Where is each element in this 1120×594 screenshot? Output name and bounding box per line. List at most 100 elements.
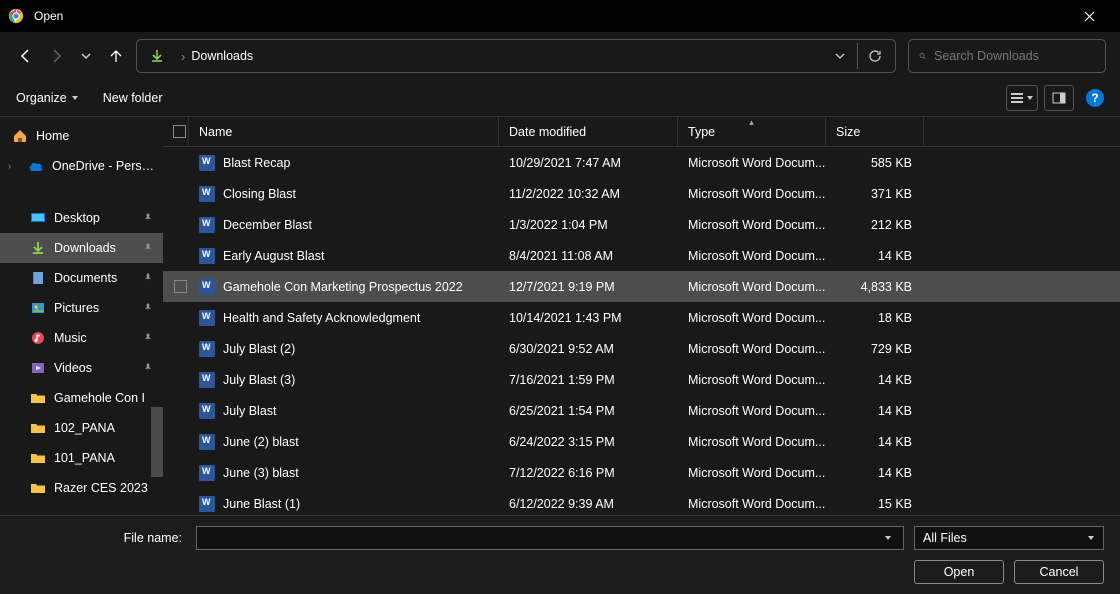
column-name[interactable]: Name xyxy=(189,117,499,146)
sidebar-folder[interactable]: 102_PANA xyxy=(0,413,163,443)
organize-menu[interactable]: Organize xyxy=(16,91,79,105)
column-type[interactable]: ▴Type xyxy=(678,117,826,146)
pin-icon xyxy=(143,332,153,345)
sidebar-item-music[interactable]: Music xyxy=(0,323,163,353)
filename-dropdown[interactable] xyxy=(879,534,897,542)
file-name: December Blast xyxy=(223,218,312,232)
word-doc-icon xyxy=(199,310,215,326)
column-size[interactable]: Size xyxy=(826,117,924,146)
table-row[interactable]: Health and Safety Acknowledgment 10/14/20… xyxy=(163,302,1120,333)
file-name: Gamehole Con Marketing Prospectus 2022 xyxy=(223,280,463,294)
help-button[interactable]: ? xyxy=(1086,89,1104,107)
column-checkbox[interactable] xyxy=(163,117,189,146)
file-size: 729 KB xyxy=(826,342,924,356)
file-type: Microsoft Word Docum... xyxy=(678,249,826,263)
chevron-down-icon xyxy=(1087,534,1095,542)
back-button[interactable] xyxy=(14,44,38,68)
file-name: Health and Safety Acknowledgment xyxy=(223,311,420,325)
table-row[interactable]: July Blast (3)7/16/2021 1:59 PMMicrosoft… xyxy=(163,364,1120,395)
folder-icon xyxy=(30,450,46,466)
recent-dropdown[interactable] xyxy=(74,44,98,68)
navbar: › Downloads xyxy=(0,32,1120,80)
sidebar-folder[interactable]: 101_PANA xyxy=(0,443,163,473)
row-checkbox[interactable] xyxy=(163,280,189,293)
file-type: Microsoft Word Docum... xyxy=(678,466,826,480)
file-date: 10/14/2021 1:43 PM xyxy=(499,311,678,325)
address-dropdown[interactable] xyxy=(827,43,853,69)
pin-icon xyxy=(143,212,153,225)
file-date: 10/29/2021 7:47 AM xyxy=(499,156,678,170)
word-doc-icon xyxy=(199,341,215,357)
table-row[interactable]: Closing Blast11/2/2022 10:32 AMMicrosoft… xyxy=(163,178,1120,209)
file-size: 14 KB xyxy=(826,249,924,263)
cancel-button[interactable]: Cancel xyxy=(1014,560,1104,584)
file-date: 6/25/2021 1:54 PM xyxy=(499,404,678,418)
search-box[interactable] xyxy=(908,39,1106,73)
sidebar-item-label: Music xyxy=(54,331,87,345)
file-date: 6/12/2022 9:39 AM xyxy=(499,497,678,511)
view-mode-button[interactable] xyxy=(1006,85,1038,111)
column-date[interactable]: Date modified xyxy=(499,117,678,146)
sidebar-item-label: 102_PANA xyxy=(54,421,115,435)
new-folder-button[interactable]: New folder xyxy=(103,91,163,105)
file-name: Early August Blast xyxy=(223,249,324,263)
refresh-button[interactable] xyxy=(857,43,891,69)
filename-label: File name: xyxy=(16,531,186,545)
file-name: Blast Recap xyxy=(223,156,290,170)
sidebar-item-label: 101_PANA xyxy=(54,451,115,465)
file-date: 6/30/2021 9:52 AM xyxy=(499,342,678,356)
table-row[interactable]: Early August Blast8/4/2021 11:08 AMMicro… xyxy=(163,240,1120,271)
sidebar-item-videos[interactable]: Videos xyxy=(0,353,163,383)
table-row[interactable]: June Blast (1)6/12/2022 9:39 AMMicrosoft… xyxy=(163,488,1120,515)
file-size: 18 KB xyxy=(826,311,924,325)
filename-input[interactable] xyxy=(196,526,904,550)
sidebar-folder[interactable]: Gamehole Con I xyxy=(0,383,163,413)
search-input[interactable] xyxy=(934,49,1095,63)
sidebar-folder[interactable]: Razer CES 2023 xyxy=(0,473,163,503)
sidebar-item-label: Gamehole Con I xyxy=(54,391,145,405)
sidebar-home[interactable]: Home xyxy=(0,121,163,151)
sidebar-scrollbar[interactable] xyxy=(151,407,163,477)
file-size: 371 KB xyxy=(826,187,924,201)
table-row[interactable]: Blast Recap10/29/2021 7:47 AMMicrosoft W… xyxy=(163,147,1120,178)
file-size: 14 KB xyxy=(826,373,924,387)
preview-pane-button[interactable] xyxy=(1044,85,1074,111)
sidebar-item-downloads[interactable]: Downloads xyxy=(0,233,163,263)
close-button[interactable] xyxy=(1066,0,1112,32)
table-row[interactable]: June (2) blast6/24/2022 3:15 PMMicrosoft… xyxy=(163,426,1120,457)
table-row[interactable]: December Blast1/3/2022 1:04 PMMicrosoft … xyxy=(163,209,1120,240)
file-name: June (3) blast xyxy=(223,466,299,480)
pin-icon xyxy=(143,272,153,285)
table-row[interactable]: June (3) blast7/12/2022 6:16 PMMicrosoft… xyxy=(163,457,1120,488)
sidebar-item-desktop[interactable]: Desktop xyxy=(0,203,163,233)
titlebar: Open xyxy=(0,0,1120,32)
chevron-down-icon xyxy=(1025,90,1035,106)
table-row[interactable]: July Blast6/25/2021 1:54 PMMicrosoft Wor… xyxy=(163,395,1120,426)
file-type: Microsoft Word Docum... xyxy=(678,404,826,418)
up-button[interactable] xyxy=(104,44,128,68)
sidebar-item-label: OneDrive - Pers… xyxy=(52,159,154,173)
sidebar-item-documents[interactable]: Documents xyxy=(0,263,163,293)
table-row[interactable]: July Blast (2)6/30/2021 9:52 AMMicrosoft… xyxy=(163,333,1120,364)
sidebar: Home › OneDrive - Pers… DesktopDownloads… xyxy=(0,117,163,515)
word-doc-icon xyxy=(199,155,215,171)
downloads-icon xyxy=(30,240,46,256)
address-bar[interactable]: › Downloads xyxy=(136,39,896,73)
open-button[interactable]: Open xyxy=(914,560,1004,584)
forward-button[interactable] xyxy=(44,44,68,68)
bottom-panel: File name: All Files Open Cancel xyxy=(0,516,1120,594)
sidebar-item-label: Documents xyxy=(54,271,117,285)
word-doc-icon xyxy=(199,372,215,388)
file-size: 212 KB xyxy=(826,218,924,232)
file-size: 4,833 KB xyxy=(826,280,924,294)
file-date: 12/7/2021 9:19 PM xyxy=(499,280,678,294)
file-type-filter[interactable]: All Files xyxy=(914,526,1104,550)
music-icon xyxy=(30,330,46,346)
chevron-right-icon: › xyxy=(181,49,185,64)
sidebar-onedrive[interactable]: › OneDrive - Pers… xyxy=(0,151,163,181)
chevron-right-icon[interactable]: › xyxy=(8,161,11,172)
sidebar-item-pictures[interactable]: Pictures xyxy=(0,293,163,323)
file-name: July Blast (3) xyxy=(223,373,295,387)
table-row[interactable]: Gamehole Con Marketing Prospectus 2022 12… xyxy=(163,271,1120,302)
pin-icon xyxy=(143,362,153,375)
